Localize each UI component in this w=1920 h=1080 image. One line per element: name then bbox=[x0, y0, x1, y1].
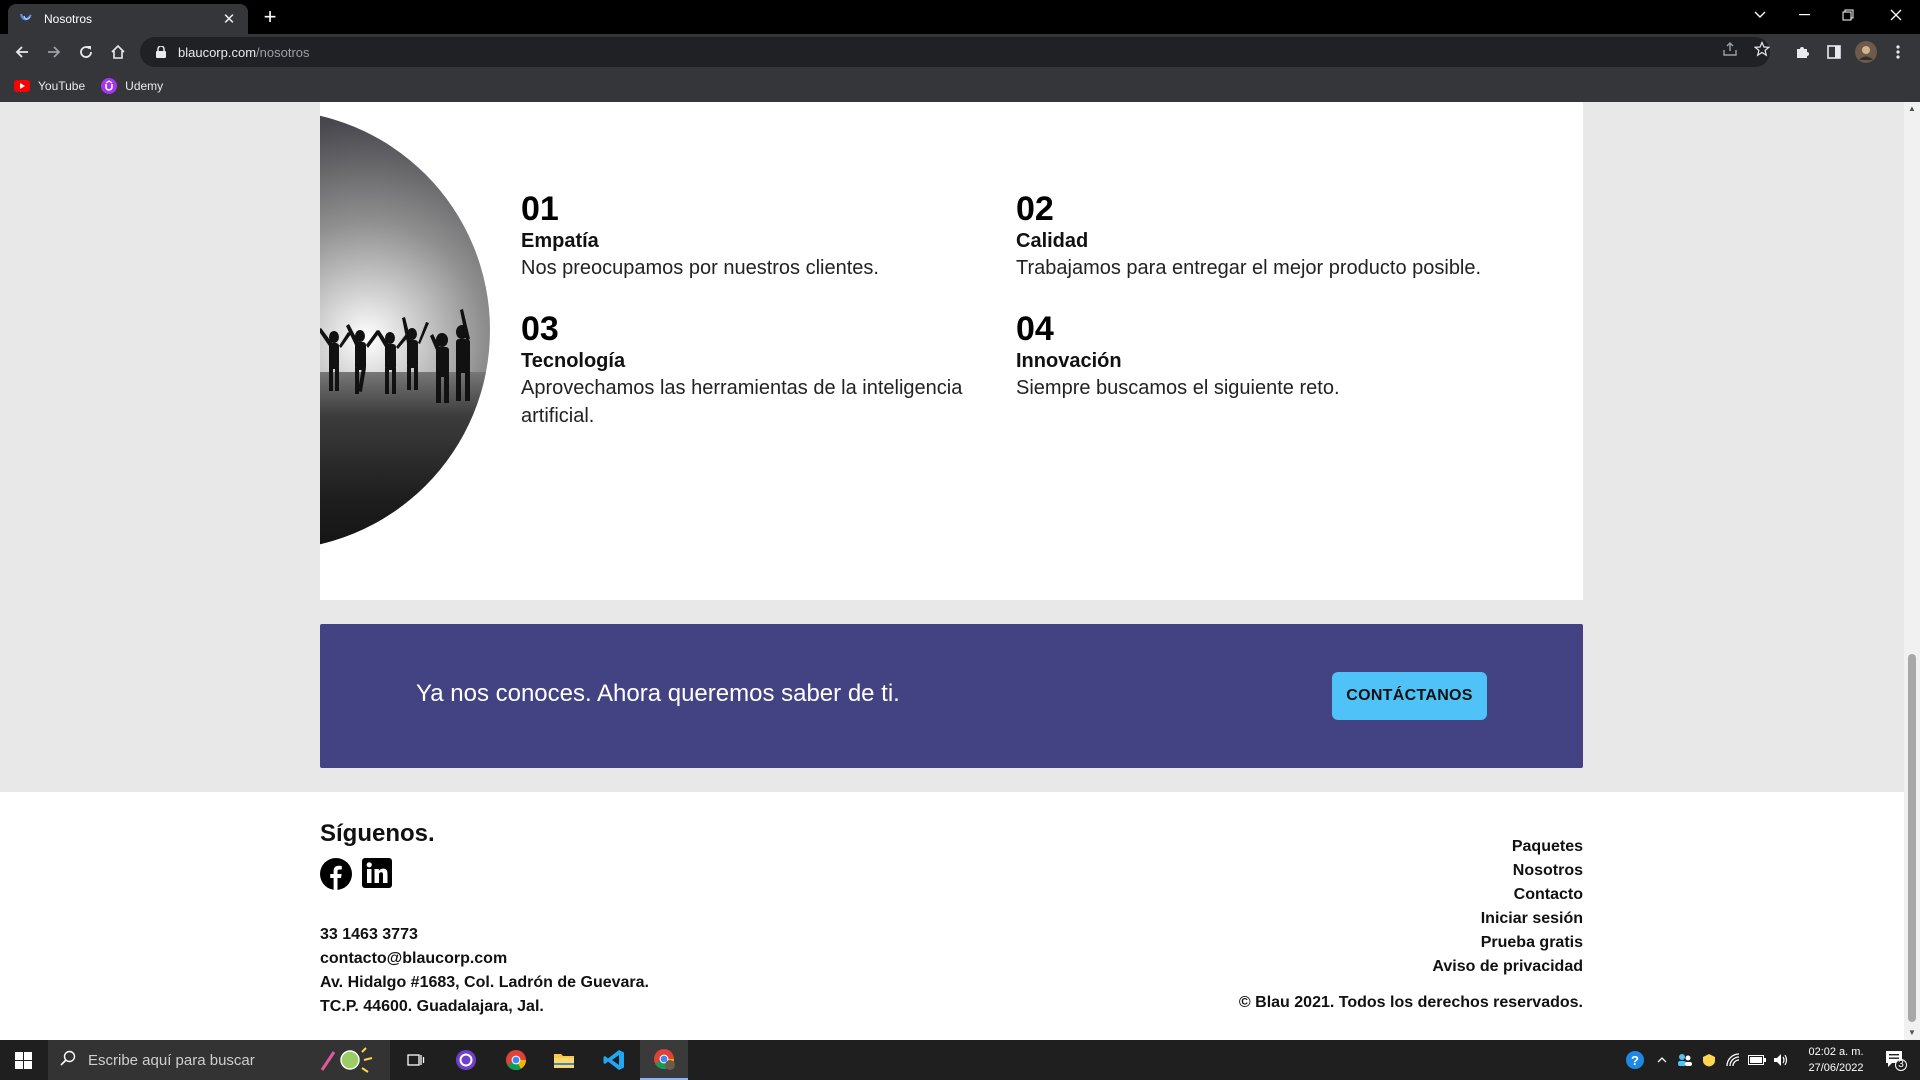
value-title: Empatía bbox=[521, 230, 599, 252]
contact-us-button[interactable]: CONTÁCTANOS bbox=[1332, 672, 1487, 720]
bookmarks-bar: YouTube Udemy bbox=[0, 70, 1920, 102]
value-title: Calidad bbox=[1016, 230, 1089, 252]
page-viewport[interactable]: 01 Empatía Nos preocupamos por nuestros … bbox=[0, 102, 1904, 1040]
clock-time: 02:02 a. m. bbox=[1808, 1046, 1864, 1058]
linkedin-icon[interactable] bbox=[362, 858, 394, 890]
chrome-active-window-icon[interactable] bbox=[640, 1040, 688, 1080]
footer-link-about[interactable]: Nosotros bbox=[1513, 862, 1583, 880]
site-footer: Síguenos. 33 1463 3773 contacto@blaucorp… bbox=[0, 792, 1904, 1040]
value-title: Tecnología bbox=[521, 350, 626, 372]
new-tab-button[interactable]: + bbox=[258, 4, 282, 30]
clock-date: 27/06/2022 bbox=[1808, 1062, 1864, 1074]
restore-window-button[interactable] bbox=[1826, 0, 1870, 30]
browser-tab-strip: Nosotros ✕ + bbox=[0, 0, 1920, 34]
value-number: 02 bbox=[1016, 190, 1054, 228]
windows-start-icon[interactable] bbox=[0, 1040, 46, 1080]
notification-count-badge: 3 bbox=[1898, 1059, 1904, 1070]
footer-email[interactable]: contacto@blaucorp.com bbox=[320, 950, 507, 968]
taskbar-search-input[interactable]: Escribe aquí para buscar bbox=[48, 1040, 390, 1080]
value-title: Innovación bbox=[1016, 350, 1122, 372]
youtube-icon bbox=[14, 78, 30, 94]
help-icon[interactable]: ? bbox=[1622, 1040, 1648, 1080]
copyright-text: © Blau 2021. Todos los derechos reservad… bbox=[1238, 994, 1583, 1011]
udemy-icon bbox=[101, 78, 118, 94]
scrollbar-thumb[interactable] bbox=[1908, 654, 1916, 1022]
forward-arrow-icon[interactable] bbox=[40, 38, 68, 66]
follow-us-title: Síguenos. bbox=[320, 820, 435, 847]
site-favicon-icon bbox=[18, 11, 34, 27]
footer-address-line2: TC.P. 44600. Guadalajara, Jal. bbox=[320, 998, 544, 1015]
tab-search-icon[interactable] bbox=[1738, 0, 1782, 30]
value-item-empathy: 01 Empatía Nos preocupamos por nuestros … bbox=[521, 190, 981, 282]
minimize-window-button[interactable] bbox=[1782, 0, 1826, 30]
contact-cta-banner: Ya nos conoces. Ahora queremos saber de … bbox=[320, 624, 1583, 768]
scroll-up-arrow-icon[interactable]: ▲ bbox=[1904, 102, 1920, 116]
url-path: /nosotros bbox=[256, 44, 310, 60]
extensions-puzzle-icon[interactable] bbox=[1788, 38, 1816, 66]
bookmark-youtube[interactable]: YouTube bbox=[14, 78, 85, 94]
value-item-technology: 03 Tecnología Aprovechamos las herramien… bbox=[521, 310, 981, 430]
value-description: Aprovechamos las herramientas de la inte… bbox=[521, 377, 963, 427]
bookmark-udemy[interactable]: Udemy bbox=[101, 78, 163, 94]
lock-icon[interactable] bbox=[154, 45, 168, 59]
team-photo bbox=[320, 110, 490, 550]
facebook-icon[interactable] bbox=[320, 858, 352, 890]
people-silhouettes bbox=[320, 309, 470, 403]
notifications-icon[interactable]: 3 bbox=[1876, 1040, 1916, 1080]
browser-menu-icon[interactable] bbox=[1884, 38, 1912, 66]
value-number: 04 bbox=[1016, 310, 1054, 348]
value-description: Trabajamos para entregar el mejor produc… bbox=[1016, 257, 1482, 279]
search-placeholder: Escribe aquí para buscar bbox=[88, 1051, 255, 1069]
tab-close-icon[interactable]: ✕ bbox=[220, 10, 238, 28]
footer-link-contact[interactable]: Contacto bbox=[1514, 886, 1583, 904]
footer-link-free-trial[interactable]: Prueba gratis bbox=[1481, 934, 1583, 952]
footer-phone[interactable]: 33 1463 3773 bbox=[320, 926, 418, 944]
vscode-icon[interactable] bbox=[590, 1040, 638, 1080]
tab-title: Nosotros bbox=[44, 12, 93, 26]
profile-avatar[interactable] bbox=[1852, 38, 1880, 66]
value-description: Nos preocupamos por nuestros clientes. bbox=[521, 257, 879, 279]
antivirus-tray-icon[interactable] bbox=[1698, 1040, 1720, 1080]
battery-icon[interactable] bbox=[1746, 1040, 1768, 1080]
footer-link-privacy[interactable]: Aviso de privacidad bbox=[1432, 958, 1583, 976]
bookmark-star-icon[interactable] bbox=[1754, 41, 1770, 57]
search-icon bbox=[60, 1050, 76, 1071]
svg-text:?: ? bbox=[1631, 1053, 1639, 1068]
people-tray-icon[interactable] bbox=[1674, 1040, 1696, 1080]
task-view-icon[interactable] bbox=[392, 1040, 440, 1080]
windows-taskbar: Escribe aquí para buscar ? 02:02 a. m. 2… bbox=[0, 1040, 1920, 1080]
url-host: blaucorp.com bbox=[178, 44, 257, 60]
github-desktop-icon[interactable] bbox=[442, 1040, 490, 1080]
reload-icon[interactable] bbox=[72, 38, 100, 66]
page-scrollbar[interactable]: ▲ ▼ bbox=[1904, 102, 1920, 1040]
back-arrow-icon[interactable] bbox=[8, 38, 36, 66]
close-window-button[interactable] bbox=[1874, 0, 1918, 30]
share-icon[interactable] bbox=[1722, 41, 1738, 57]
file-explorer-icon[interactable] bbox=[540, 1040, 588, 1080]
volume-icon[interactable] bbox=[1770, 1040, 1792, 1080]
value-item-quality: 02 Calidad Trabajamos para entregar el m… bbox=[1016, 190, 1536, 282]
footer-link-login[interactable]: Iniciar sesión bbox=[1481, 910, 1583, 928]
side-panel-icon[interactable] bbox=[1820, 38, 1848, 66]
footer-link-packages[interactable]: Paquetes bbox=[1512, 838, 1583, 856]
footer-address-line1: Av. Hidalgo #1683, Col. Ladrón de Guevar… bbox=[320, 974, 649, 991]
value-number: 03 bbox=[521, 310, 559, 348]
value-item-innovation: 04 Innovación Siempre buscamos el siguie… bbox=[1016, 310, 1536, 402]
address-bar[interactable]: blaucorp.com/nosotros bbox=[140, 37, 1770, 67]
chrome-icon[interactable] bbox=[492, 1040, 540, 1080]
value-number: 01 bbox=[521, 190, 559, 228]
bookmark-label: YouTube bbox=[38, 79, 86, 93]
bookmark-label: Udemy bbox=[125, 79, 164, 93]
value-description: Siempre buscamos el siguiente reto. bbox=[1016, 377, 1340, 399]
search-highlight-icon[interactable] bbox=[316, 1046, 376, 1079]
show-hidden-icons-chevron-icon[interactable] bbox=[1652, 1040, 1672, 1080]
values-section: 01 Empatía Nos preocupamos por nuestros … bbox=[320, 102, 1583, 600]
scroll-down-arrow-icon[interactable]: ▼ bbox=[1904, 1026, 1920, 1040]
browser-tab-active[interactable]: Nosotros ✕ bbox=[8, 4, 248, 34]
wifi-icon[interactable] bbox=[1722, 1040, 1744, 1080]
cta-text: Ya nos conoces. Ahora queremos saber de … bbox=[416, 680, 900, 707]
taskbar-clock[interactable]: 02:02 a. m. 27/06/2022 bbox=[1796, 1044, 1876, 1076]
browser-toolbar: blaucorp.com/nosotros bbox=[0, 34, 1920, 70]
home-icon[interactable] bbox=[104, 38, 132, 66]
